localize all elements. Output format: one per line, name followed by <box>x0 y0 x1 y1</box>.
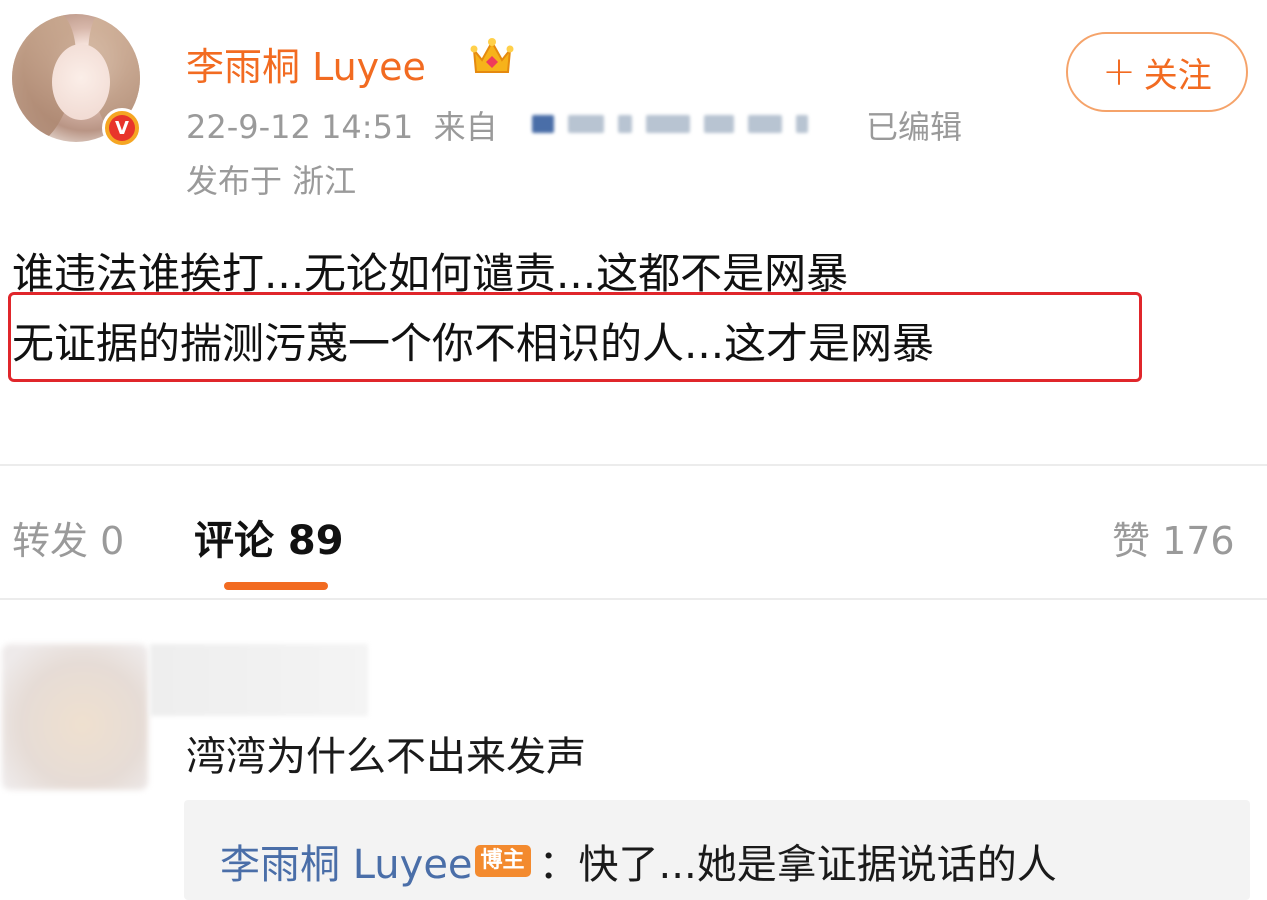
reply-text: ：快了...她是拿证据说话的人 <box>538 842 1057 888</box>
tab-repost[interactable]: 转发 0 <box>12 510 124 565</box>
reply-author[interactable]: 李雨桐 Luyee <box>220 832 473 890</box>
verified-v-icon: V <box>102 108 142 148</box>
highlight-box <box>8 292 1142 382</box>
post-timestamp: 22-9-12 14:51 来自 <box>186 108 498 146</box>
tab-active-indicator <box>224 582 328 590</box>
commenter-avatar[interactable] <box>2 644 148 790</box>
author-badge: 博主 <box>474 845 531 877</box>
reply-line: 李雨桐 Luyee 博主 ：快了...她是拿证据说话的人 <box>220 832 1057 890</box>
divider <box>0 464 1267 466</box>
crown-icon <box>470 38 514 73</box>
author-name[interactable]: 李雨桐 Luyee <box>186 36 426 91</box>
follow-button[interactable]: + 关注 <box>1066 32 1248 112</box>
source-blurred <box>532 110 854 138</box>
tab-comment[interactable]: 评论 89 <box>194 508 344 566</box>
edited-label: 已编辑 <box>866 108 963 146</box>
post-location: 发布于 浙江 <box>186 162 357 200</box>
tab-like[interactable]: 赞 176 <box>1112 510 1235 565</box>
divider <box>0 598 1267 600</box>
plus-icon: + <box>1102 49 1136 95</box>
comment-text: 湾湾为什么不出来发声 <box>186 734 586 780</box>
follow-label: 关注 <box>1143 55 1212 96</box>
commenter-name-blurred[interactable] <box>150 644 368 716</box>
